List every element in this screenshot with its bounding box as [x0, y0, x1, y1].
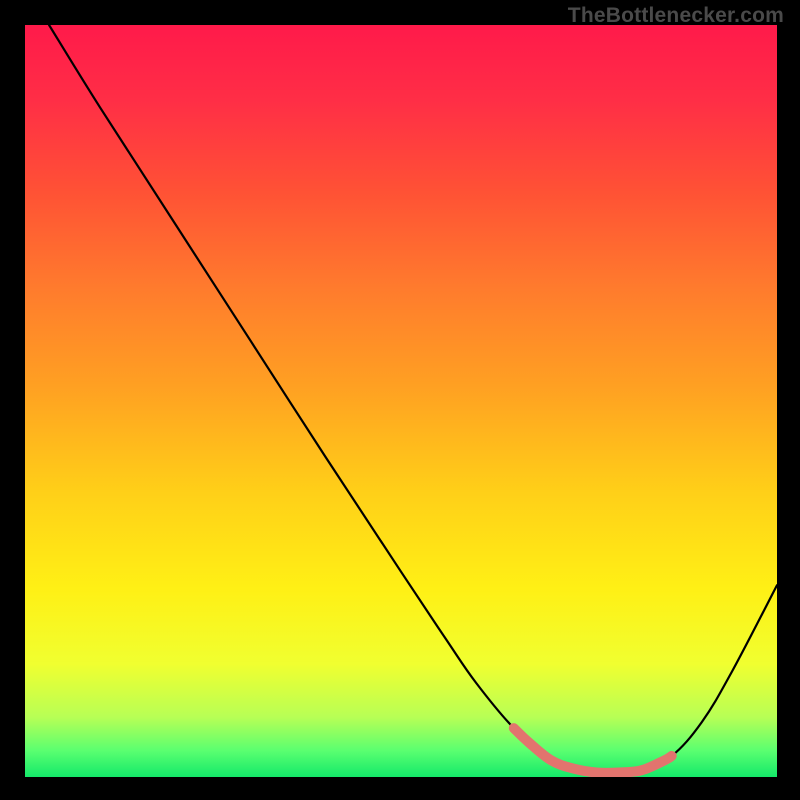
chart-svg — [25, 25, 777, 777]
optimal-range-start-dot — [509, 724, 518, 733]
chart-background — [25, 25, 777, 777]
chart-frame — [25, 25, 777, 777]
optimal-range-end-dot — [667, 751, 676, 760]
watermark: TheBottlenecker.com — [568, 4, 784, 28]
